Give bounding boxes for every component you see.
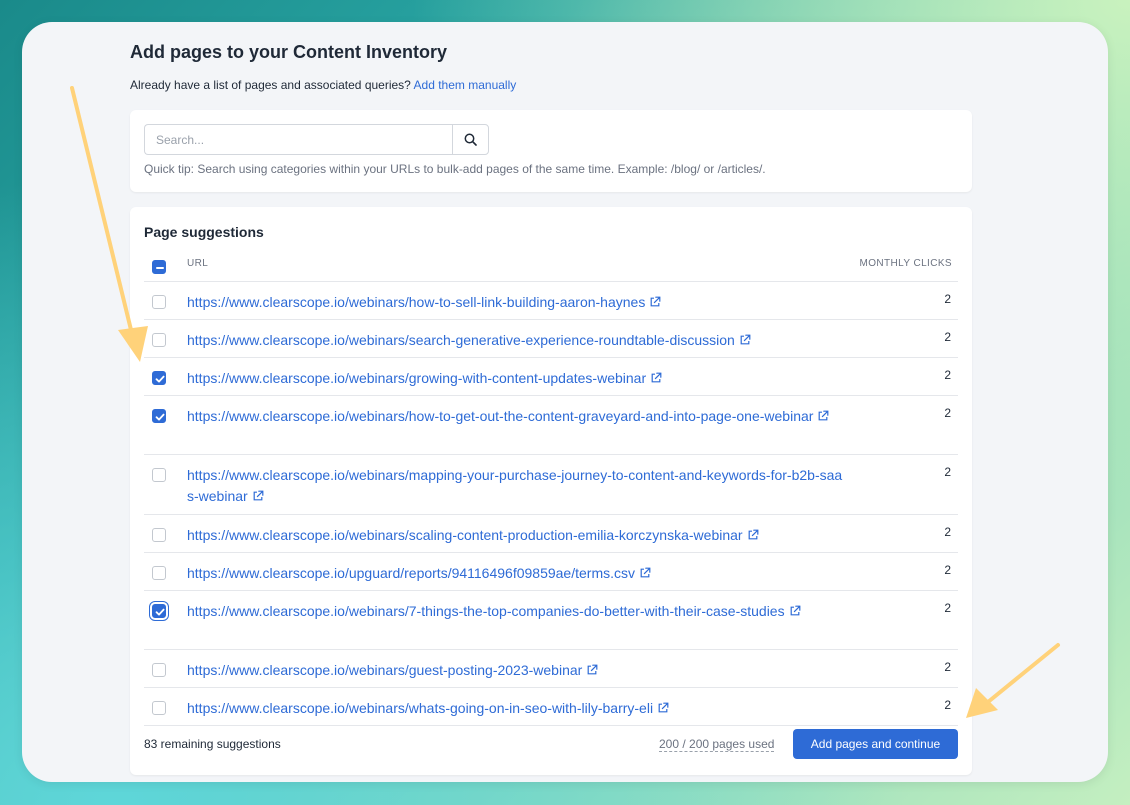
row-clicks: 2 (944, 292, 951, 306)
external-link-icon (650, 369, 662, 390)
row-clicks: 2 (944, 406, 951, 420)
external-link-icon (657, 699, 669, 720)
table-row: https://www.clearscope.io/webinars/growi… (144, 358, 958, 396)
table-row: https://www.clearscope.io/webinars/scali… (144, 515, 958, 553)
row-checkbox[interactable] (152, 409, 166, 423)
search-button[interactable] (452, 124, 489, 155)
table-row: https://www.clearscope.io/webinars/7-thi… (144, 591, 958, 650)
row-checkbox[interactable] (152, 371, 166, 385)
external-link-icon (747, 526, 759, 547)
external-link-icon (649, 293, 661, 314)
row-clicks: 2 (944, 601, 951, 615)
checkmark-icon (155, 608, 165, 616)
row-clicks: 2 (944, 525, 951, 539)
row-url-link[interactable]: https://www.clearscope.io/webinars/growi… (187, 368, 847, 390)
row-url-text: https://www.clearscope.io/webinars/how-t… (187, 408, 814, 424)
row-checkbox[interactable] (152, 663, 166, 677)
suggestions-title: Page suggestions (144, 224, 264, 240)
row-clicks: 2 (944, 330, 951, 344)
row-clicks: 2 (944, 368, 951, 382)
row-checkbox[interactable] (152, 333, 166, 347)
row-url-text: https://www.clearscope.io/webinars/7-thi… (187, 603, 785, 619)
pages-used: 200 / 200 pages used (659, 737, 775, 752)
page-subtitle: Already have a list of pages and associa… (130, 78, 516, 92)
row-url-text: https://www.clearscope.io/webinars/scali… (187, 527, 743, 543)
external-link-icon (586, 661, 598, 682)
row-url-text: https://www.clearscope.io/webinars/guest… (187, 662, 583, 678)
search-card: Quick tip: Search using categories withi… (130, 110, 972, 192)
search-tip: Quick tip: Search using categories withi… (144, 162, 766, 176)
column-header-clicks: MONTHLY CLICKS (859, 258, 952, 269)
row-url-link[interactable]: https://www.clearscope.io/upguard/report… (187, 563, 847, 585)
external-link-icon (739, 331, 751, 352)
external-link-icon (789, 602, 801, 623)
row-clicks: 2 (944, 698, 951, 712)
row-url-link[interactable]: https://www.clearscope.io/webinars/how-t… (187, 292, 847, 314)
search-icon (464, 133, 477, 146)
table-row: https://www.clearscope.io/webinars/searc… (144, 320, 958, 358)
remaining-count: 83 remaining suggestions (144, 737, 281, 751)
row-checkbox[interactable] (152, 295, 166, 309)
row-checkbox[interactable] (152, 604, 166, 618)
add-manually-link[interactable]: Add them manually (414, 78, 517, 92)
row-url-text: https://www.clearscope.io/webinars/searc… (187, 332, 735, 348)
row-url-text: https://www.clearscope.io/webinars/whats… (187, 700, 654, 716)
external-link-icon (817, 407, 829, 428)
checkmark-icon (155, 413, 165, 421)
app-window: Add pages to your Content Inventory Alre… (22, 22, 1108, 782)
row-url-text: https://www.clearscope.io/upguard/report… (187, 565, 635, 581)
search-input[interactable] (144, 124, 452, 155)
table-row: https://www.clearscope.io/webinars/whats… (144, 688, 958, 726)
row-clicks: 2 (944, 563, 951, 577)
suggestions-list: https://www.clearscope.io/webinars/how-t… (144, 282, 958, 726)
subtitle-text: Already have a list of pages and associa… (130, 78, 411, 92)
table-row: https://www.clearscope.io/webinars/how-t… (144, 396, 958, 455)
minus-icon (156, 267, 164, 269)
suggestions-card: Page suggestions URL MONTHLY CLICKS http… (130, 207, 972, 775)
table-header: URL MONTHLY CLICKS (144, 251, 958, 282)
checkmark-icon (155, 375, 165, 383)
search-bar (144, 124, 489, 155)
row-url-text: https://www.clearscope.io/webinars/growi… (187, 370, 647, 386)
add-pages-button[interactable]: Add pages and continue (793, 729, 958, 759)
row-clicks: 2 (944, 660, 951, 674)
table-row: https://www.clearscope.io/webinars/guest… (144, 650, 958, 688)
row-url-link[interactable]: https://www.clearscope.io/webinars/how-t… (187, 406, 847, 428)
row-url-link[interactable]: https://www.clearscope.io/webinars/searc… (187, 330, 847, 352)
row-url-link[interactable]: https://www.clearscope.io/webinars/whats… (187, 698, 847, 720)
row-checkbox[interactable] (152, 566, 166, 580)
row-checkbox[interactable] (152, 701, 166, 715)
row-url-link[interactable]: https://www.clearscope.io/webinars/scali… (187, 525, 847, 547)
external-link-icon (639, 564, 651, 585)
row-checkbox[interactable] (152, 528, 166, 542)
row-url-text: https://www.clearscope.io/webinars/mappi… (187, 467, 843, 504)
table-row: https://www.clearscope.io/upguard/report… (144, 553, 958, 591)
row-url-text: https://www.clearscope.io/webinars/how-t… (187, 294, 646, 310)
row-clicks: 2 (944, 465, 951, 479)
table-row: https://www.clearscope.io/webinars/mappi… (144, 455, 958, 515)
external-link-icon (252, 487, 264, 508)
column-header-url: URL (187, 258, 209, 269)
page-title: Add pages to your Content Inventory (130, 42, 448, 62)
row-url-link[interactable]: https://www.clearscope.io/webinars/guest… (187, 660, 847, 682)
select-all-checkbox[interactable] (152, 260, 166, 274)
row-checkbox[interactable] (152, 468, 166, 482)
table-row: https://www.clearscope.io/webinars/how-t… (144, 282, 958, 320)
row-url-link[interactable]: https://www.clearscope.io/webinars/7-thi… (187, 601, 847, 623)
row-url-link[interactable]: https://www.clearscope.io/webinars/mappi… (187, 465, 847, 508)
